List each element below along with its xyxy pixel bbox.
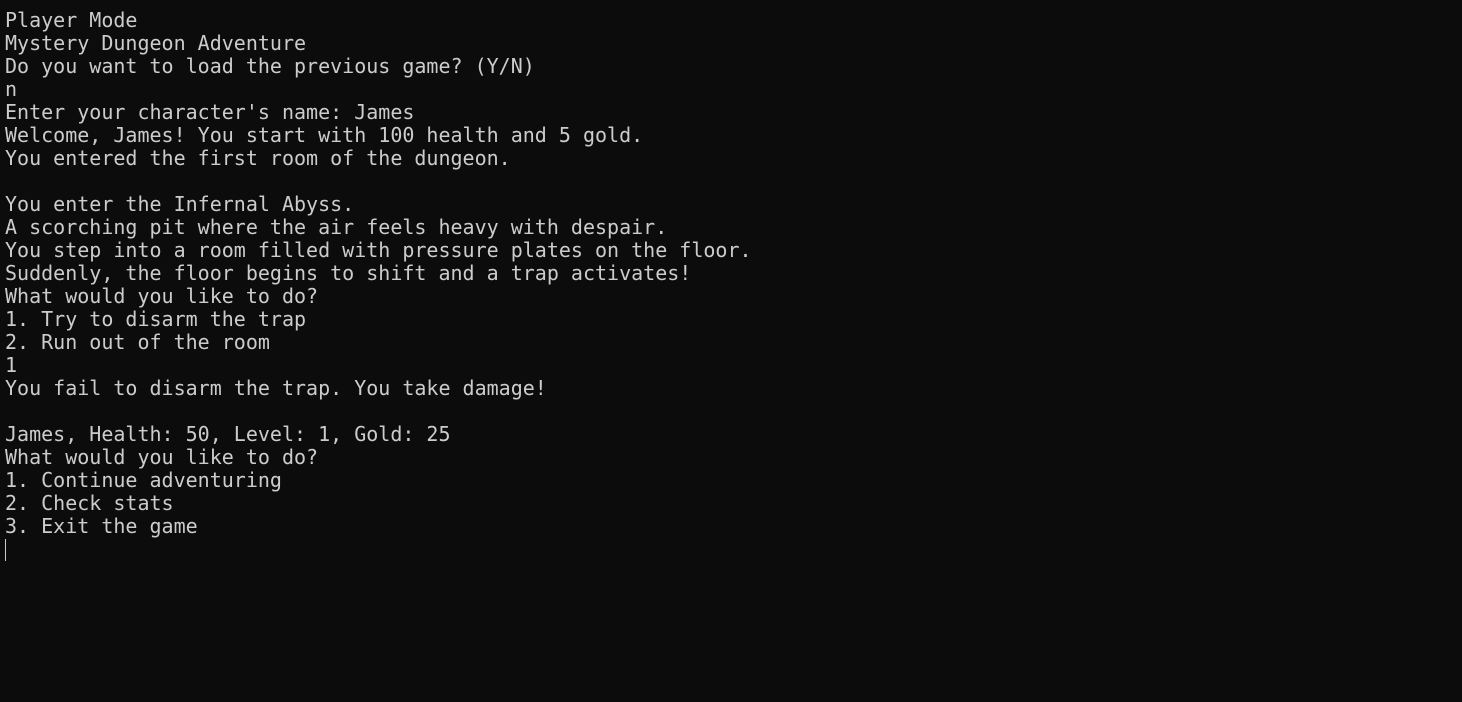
output-line-menu-prompt: What would you like to do? xyxy=(5,446,319,469)
text-cursor xyxy=(5,539,6,561)
output-line-trap-result: You fail to disarm the trap. You take da… xyxy=(5,377,547,400)
output-line-player-mode: Player Mode xyxy=(5,9,138,32)
output-line-first-room: You entered the first room of the dungeo… xyxy=(5,147,511,170)
output-line-action-prompt: What would you like to do? xyxy=(5,285,319,308)
input-line-action-choice: 1 xyxy=(5,354,18,377)
terminal-window[interactable]: Player Mode Mystery Dungeon Adventure Do… xyxy=(0,0,1462,702)
output-line-player-status: James, Health: 50, Level: 1, Gold: 25 xyxy=(5,423,451,446)
output-line-game-title: Mystery Dungeon Adventure xyxy=(5,32,307,55)
output-line-menu-stats: 2. Check stats xyxy=(5,492,174,515)
output-line-menu-exit: 3. Exit the game xyxy=(5,515,198,538)
output-line-option-disarm: 1. Try to disarm the trap xyxy=(5,308,307,331)
input-prompt-line[interactable] xyxy=(5,538,1462,561)
output-line-welcome: Welcome, James! You start with 100 healt… xyxy=(5,124,644,147)
output-line-room-name: You enter the Infernal Abyss. xyxy=(5,193,355,216)
output-line-event-description: You step into a room filled with pressur… xyxy=(5,239,752,262)
output-line-option-run: 2. Run out of the room xyxy=(5,331,270,354)
input-line-load-answer: n xyxy=(5,78,18,101)
output-line-load-prompt: Do you want to load the previous game? (… xyxy=(5,55,535,78)
output-line-name-prompt: Enter your character's name: James xyxy=(5,101,415,124)
output-line-menu-continue: 1. Continue adventuring xyxy=(5,469,282,492)
output-line-room-description: A scorching pit where the air feels heav… xyxy=(5,216,668,239)
output-line-trap-activates: Suddenly, the floor begins to shift and … xyxy=(5,262,692,285)
